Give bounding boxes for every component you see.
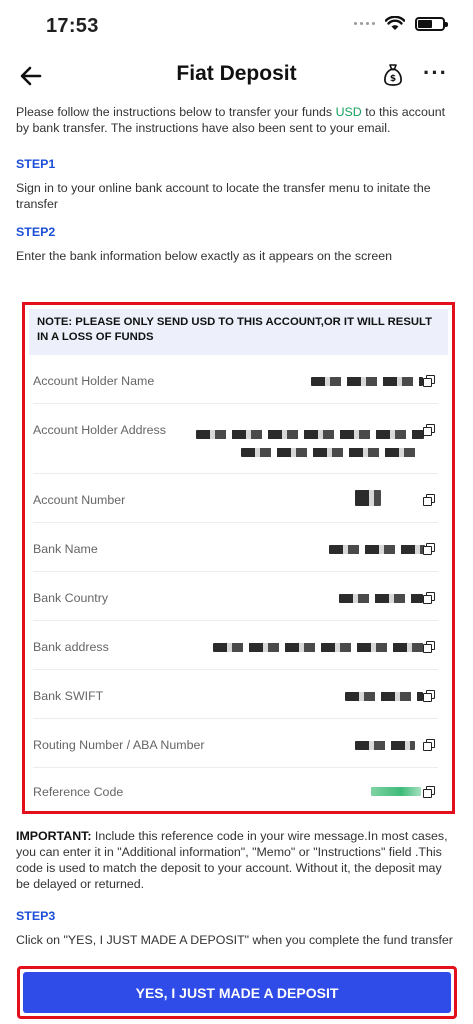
money-bag-icon[interactable]: $ [383, 64, 403, 91]
copy-icon[interactable] [423, 690, 435, 702]
field-row-bank-swift: Bank SWIFT [33, 670, 438, 719]
svg-text:$: $ [390, 74, 396, 84]
copy-icon[interactable] [423, 543, 435, 555]
wifi-icon [385, 16, 405, 30]
field-label: Account Number [33, 493, 126, 507]
redacted-value [355, 741, 415, 750]
copy-icon[interactable] [423, 424, 435, 436]
cta-highlight: YES, I JUST MADE A DEPOSIT [17, 966, 457, 1019]
field-row-bank-name: Bank Name [33, 523, 438, 572]
step3: STEP3 Click on "YES, I JUST MADE A DEPOS… [16, 908, 456, 948]
copy-icon[interactable] [423, 641, 435, 653]
redacted-value [371, 787, 421, 796]
step2-label: STEP2 [16, 225, 56, 239]
field-row-account-holder-address: Account Holder Address [33, 404, 438, 474]
copy-icon[interactable] [423, 592, 435, 604]
step3-text: Click on "YES, I JUST MADE A DEPOSIT" wh… [16, 933, 453, 947]
step1-label: STEP1 [16, 157, 56, 171]
field-label: Account Holder Address [33, 423, 166, 437]
status-time: 17:53 [46, 15, 99, 37]
copy-icon[interactable] [423, 375, 435, 387]
important-notice: IMPORTANT: Include this reference code i… [16, 828, 454, 892]
nav-bar: Fiat Deposit $ ··· [0, 58, 473, 96]
field-label: Bank Country [33, 591, 109, 605]
field-row-reference-code: Reference Code [33, 768, 438, 812]
copy-icon[interactable] [423, 739, 435, 751]
warning-note: NOTE: PLEASE ONLY SEND USD TO THIS ACCOU… [29, 309, 448, 355]
more-options-icon[interactable]: ··· [423, 58, 448, 88]
field-label: Account Holder Name [33, 374, 155, 388]
intro-text: Please follow the instructions below to … [16, 104, 454, 136]
field-row-bank-address: Bank address [33, 621, 438, 670]
important-lead: IMPORTANT: [16, 829, 92, 843]
step2-text: Enter the bank information below exactly… [16, 249, 393, 263]
redacted-value [345, 692, 423, 701]
field-label: Bank SWIFT [33, 689, 104, 703]
field-row-routing-number: Routing Number / ABA Number [33, 719, 438, 768]
field-row-account-holder-name: Account Holder Name [33, 355, 438, 404]
status-icons [354, 16, 448, 31]
field-label: Bank address [33, 640, 109, 654]
redacted-value [196, 430, 424, 439]
redacted-value [241, 448, 419, 457]
intro-currency: USD [335, 105, 362, 119]
redacted-value [311, 377, 423, 386]
copy-icon[interactable] [423, 786, 435, 798]
redacted-value [355, 490, 381, 506]
copy-icon[interactable] [423, 494, 435, 506]
confirm-deposit-button[interactable]: YES, I JUST MADE A DEPOSIT [23, 972, 451, 1013]
redacted-value [339, 594, 423, 603]
instructions: Please follow the instructions below to … [16, 104, 454, 264]
battery-icon [415, 16, 448, 31]
redacted-value [329, 545, 425, 554]
step1-text: Sign in to your online bank account to l… [16, 181, 431, 211]
field-row-account-number: Account Number [33, 474, 438, 523]
intro-text-start: Please follow the instructions below to … [16, 105, 336, 119]
step3-label: STEP3 [16, 909, 56, 923]
redacted-value [213, 643, 425, 652]
field-label: Bank Name [33, 542, 98, 556]
field-label: Reference Code [33, 785, 124, 799]
status-bar: 17:53 [0, 0, 473, 52]
field-label: Routing Number / ABA Number [33, 738, 205, 752]
signal-icon [354, 22, 375, 25]
field-row-bank-country: Bank Country [33, 572, 438, 621]
bank-info-box: NOTE: PLEASE ONLY SEND USD TO THIS ACCOU… [22, 302, 455, 814]
